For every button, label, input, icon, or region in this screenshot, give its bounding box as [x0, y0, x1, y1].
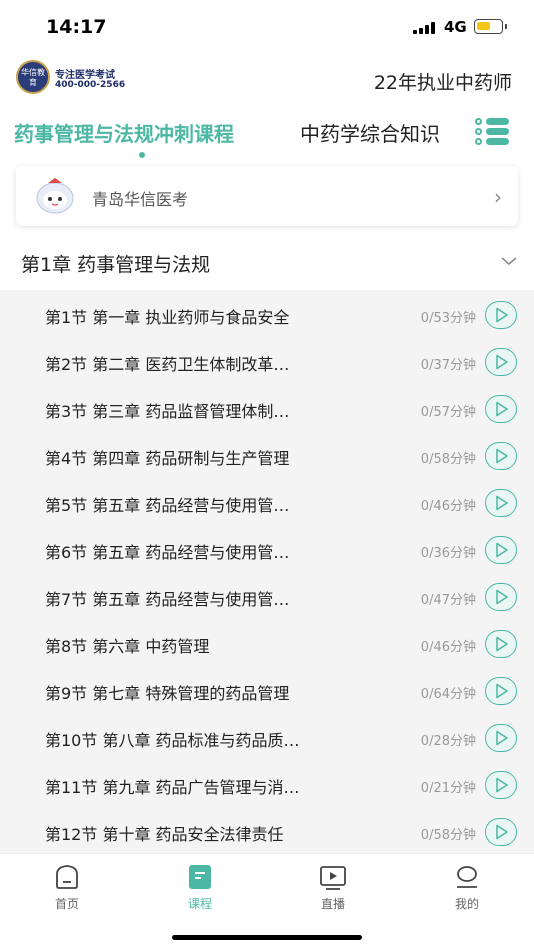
lesson-row[interactable]: 第9节 第七章 特殊管理的药品管理 0/64分钟 [0, 668, 534, 715]
lesson-title: 第2节 第二章 医药卫生体制改革… [45, 355, 290, 374]
lesson-title: 第7节 第五章 药品经营与使用管… [45, 590, 290, 609]
signal-icon [413, 22, 437, 34]
nav-live[interactable]: 直播 [293, 862, 373, 912]
course-icon [189, 865, 211, 889]
play-button[interactable] [485, 583, 517, 611]
chevron-right-icon: › [494, 185, 502, 209]
lesson-duration: 0/58分钟 [420, 452, 476, 467]
play-icon [496, 307, 508, 323]
play-button[interactable] [485, 442, 517, 470]
nav-home[interactable]: 首页 [27, 862, 107, 912]
institution-card[interactable]: 青岛华信医考 › [16, 166, 518, 226]
chapter-title: 第1章 药事管理与法规 [21, 254, 211, 276]
lesson-title: 第1节 第一章 执业药师与食品安全 [45, 308, 290, 327]
status-time: 14:17 [46, 16, 107, 38]
lesson-duration: 0/37分钟 [420, 358, 476, 373]
lesson-duration: 0/58分钟 [420, 828, 476, 843]
battery-cap [505, 24, 507, 29]
logo-phone: 400-000-2566 [55, 80, 126, 90]
lesson-row[interactable]: 第2节 第二章 医药卫生体制改革… 0/37分钟 [0, 339, 534, 386]
lesson-row[interactable]: 第11节 第九章 药品广告管理与消… 0/21分钟 [0, 762, 534, 809]
play-icon [496, 401, 508, 417]
lesson-duration: 0/46分钟 [420, 640, 476, 655]
play-icon [496, 448, 508, 464]
mascot-avatar-icon [36, 178, 74, 214]
lesson-row[interactable]: 第10节 第八章 药品标准与药品质… 0/28分钟 [0, 715, 534, 762]
play-button[interactable] [485, 348, 517, 376]
subject-tabs: 药事管理与法规冲刺课程 中药学综合知识 [0, 114, 534, 164]
lesson-duration: 0/28分钟 [420, 734, 476, 749]
lesson-row[interactable]: 第6节 第五章 药品经营与使用管… 0/36分钟 [0, 527, 534, 574]
lesson-row[interactable]: 第5节 第五章 药品经营与使用管… 0/46分钟 [0, 480, 534, 527]
play-icon [496, 777, 508, 793]
play-button[interactable] [485, 536, 517, 564]
lesson-duration: 0/21分钟 [420, 781, 476, 796]
active-tab-indicator [139, 152, 145, 158]
lesson-title: 第8节 第六章 中药管理 [45, 637, 210, 656]
lesson-title: 第6节 第五章 药品经营与使用管… [45, 543, 290, 562]
list-menu-icon[interactable] [475, 118, 509, 146]
play-icon [496, 495, 508, 511]
exam-selector[interactable]: 22年执业中药师 [374, 68, 512, 95]
chevron-down-icon [501, 257, 517, 266]
nav-course[interactable]: 课程 [160, 862, 240, 912]
play-button[interactable] [485, 677, 517, 705]
lesson-duration: 0/36分钟 [420, 546, 476, 561]
lesson-row[interactable]: 第4节 第四章 药品研制与生产管理 0/58分钟 [0, 433, 534, 480]
lesson-title: 第11节 第九章 药品广告管理与消… [45, 778, 300, 797]
home-icon [56, 865, 78, 889]
lesson-title: 第3节 第三章 药品监督管理体制… [45, 402, 290, 421]
nav-course-label: 课程 [187, 897, 212, 911]
lesson-row[interactable]: 第8节 第六章 中药管理 0/46分钟 [0, 621, 534, 668]
logo-badge-text: 华信教育 [21, 68, 45, 87]
logo-slogan: 专注医学考试 [55, 70, 115, 81]
lesson-row[interactable]: 第1节 第一章 执业药师与食品安全 0/53分钟 [0, 292, 534, 339]
nav-profile-label: 我的 [454, 897, 479, 911]
lesson-row[interactable]: 第3节 第三章 药品监督管理体制… 0/57分钟 [0, 386, 534, 433]
lesson-row[interactable]: 第7节 第五章 药品经营与使用管… 0/47分钟 [0, 574, 534, 621]
lesson-title: 第12节 第十章 药品安全法律责任 [45, 825, 284, 844]
play-button[interactable] [485, 771, 517, 799]
play-button[interactable] [485, 301, 517, 329]
lesson-duration: 0/64分钟 [420, 687, 476, 702]
play-icon [496, 683, 508, 699]
play-button[interactable] [485, 489, 517, 517]
profile-icon [457, 866, 477, 888]
play-button[interactable] [485, 395, 517, 423]
play-icon [496, 589, 508, 605]
lesson-title: 第9节 第七章 特殊管理的药品管理 [45, 684, 290, 703]
lesson-duration: 0/46分钟 [420, 499, 476, 514]
play-button[interactable] [485, 724, 517, 752]
lesson-title: 第4节 第四章 药品研制与生产管理 [45, 449, 290, 468]
lesson-title: 第5节 第五章 药品经营与使用管… [45, 496, 290, 515]
lesson-duration: 0/57分钟 [420, 405, 476, 420]
nav-profile[interactable]: 我的 [427, 862, 507, 912]
home-indicator [172, 935, 362, 940]
play-button[interactable] [485, 630, 517, 658]
play-icon [496, 730, 508, 746]
tab-regulations[interactable]: 药事管理与法规冲刺课程 [14, 118, 234, 147]
chapter-header[interactable]: 第1章 药事管理与法规 [0, 236, 534, 290]
nav-live-label: 直播 [320, 897, 345, 911]
lesson-duration: 0/53分钟 [420, 311, 476, 326]
nav-home-label: 首页 [54, 897, 79, 911]
institution-name: 青岛华信医考 [92, 190, 189, 209]
play-icon [496, 542, 508, 558]
lesson-title: 第10节 第八章 药品标准与药品质… [45, 731, 300, 750]
live-icon [320, 866, 346, 890]
brand-logo: 华信教育 [16, 60, 50, 94]
play-icon [496, 824, 508, 840]
play-icon [496, 354, 508, 370]
lesson-list: 第1节 第一章 执业药师与食品安全 0/53分钟第2节 第二章 医药卫生体制改革…… [0, 290, 534, 853]
lesson-duration: 0/47分钟 [420, 593, 476, 608]
play-icon [496, 636, 508, 652]
lesson-row[interactable]: 第12节 第十章 药品安全法律责任 0/58分钟 [0, 809, 534, 856]
tab-comprehensive[interactable]: 中药学综合知识 [300, 118, 456, 147]
status-bar: 14:17 4G [0, 0, 534, 56]
play-button[interactable] [485, 818, 517, 846]
battery-icon [474, 19, 503, 34]
network-label: 4G [444, 18, 467, 36]
